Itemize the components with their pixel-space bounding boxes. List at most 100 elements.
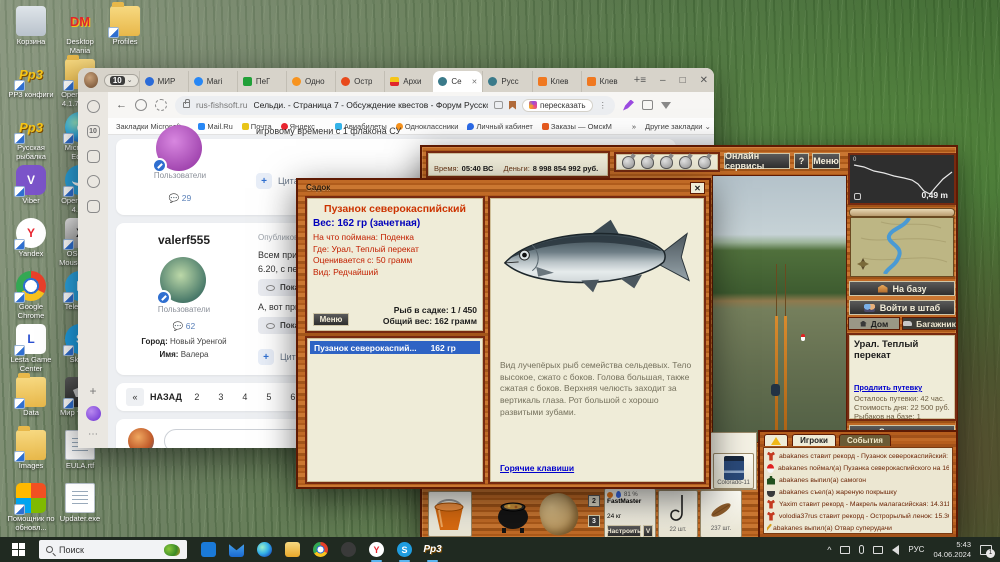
browser-tab[interactable]: МИР [139,71,188,92]
comment-icon[interactable] [494,101,503,109]
sidebar-more-icon[interactable]: ⋯ [88,429,98,440]
online-services-button[interactable]: Онлайн сервисы [724,153,790,169]
fish-list-row-selected[interactable]: Пузанок северокаспий... 162 гр [310,341,480,354]
keepnet-trophy-icon[interactable] [660,156,673,169]
tab-close-icon[interactable]: ✕ [472,78,478,86]
desktop-icon-russian-fishing[interactable]: Рр3Русская рыбалка [6,112,56,161]
onedrive-icon[interactable] [840,546,850,554]
bookmark-flag-icon[interactable] [509,101,516,110]
desktop-icon-recycle-bin[interactable]: Корзина [6,6,56,47]
language-indicator[interactable]: РУС [908,545,924,554]
skype-icon[interactable]: S [397,542,412,557]
desktop-icon-images-folder[interactable]: Images [6,430,56,471]
hotkeys-link[interactable]: Горячие клавиши [500,463,574,473]
tab-counter-button[interactable]: 10⌄ [104,74,139,87]
browser-tab-active[interactable]: Се✕ [433,71,482,92]
user-avatar[interactable] [156,125,202,171]
download-icon[interactable] [661,102,671,109]
enter-hq-button[interactable]: Войти в штаб [849,300,955,315]
forward-button[interactable] [135,99,147,111]
browser-tab[interactable]: Одно [286,71,335,92]
game-menu-button[interactable]: Меню [812,153,840,169]
chrome-icon[interactable] [313,542,328,557]
tab-home[interactable]: Дом [848,317,900,330]
browser-tab[interactable]: Архи [384,71,433,92]
close-button[interactable]: ✕ [700,75,708,86]
keepnet-trophy-icon[interactable] [698,156,711,169]
bookmarks-overflow[interactable]: » [632,122,636,131]
desktop-icon-viber[interactable]: VViber [6,165,56,206]
browser-tab[interactable]: Клев [581,71,630,92]
collapse-button[interactable]: V [643,525,653,537]
events-tab[interactable]: События [839,434,891,446]
retell-button[interactable]: пересказать [522,99,593,112]
refresh-button[interactable] [155,99,167,111]
browser-tab[interactable]: Клев [532,71,581,92]
bookmark-item[interactable]: Mail.Ru [198,122,232,131]
store-icon[interactable] [201,542,216,557]
keepnet-trophy-icon[interactable] [641,156,654,169]
play-icon[interactable] [87,175,100,188]
russian-fishing-icon[interactable]: Рр3 [425,542,440,557]
browser-tab[interactable]: ПеГ [237,71,286,92]
multiquote-button[interactable]: + [258,349,274,365]
go-to-base-button[interactable]: На базу [849,281,955,296]
notification-center-icon[interactable]: 1 [980,545,992,555]
alice-assistant-icon[interactable] [86,406,101,421]
page-number[interactable]: 2 [188,388,206,406]
fishing-rod[interactable] [775,316,778,443]
slot-count-badge[interactable]: 2 [588,495,600,507]
pagination-back[interactable]: НАЗАД [150,392,182,402]
speaker-icon[interactable] [892,545,899,555]
spinner-item[interactable]: Colorado-11 [713,453,754,489]
help-button[interactable]: ? [794,153,809,169]
game-scene[interactable] [712,175,847,443]
page-number[interactable]: 5 [260,388,278,406]
warnings-tab[interactable] [764,434,788,446]
address-bar[interactable]: rus-fishsoft.ru Сельди. - Страница 7 - О… [175,96,615,115]
screenshot-icon[interactable] [87,200,100,213]
other-bookmarks[interactable]: Другие закладки ⌄ [645,122,711,131]
desktop-icon-profiles[interactable]: Profiles [100,6,150,47]
dialog-menu-button[interactable]: Меню [313,313,349,326]
collections-icon[interactable] [642,100,653,110]
bucket-slot[interactable] [428,491,472,537]
browser-tab[interactable]: Остр [335,71,384,92]
windows-icon[interactable] [87,150,100,163]
edit-pencil-icon[interactable] [623,100,634,111]
mail-icon[interactable] [229,542,244,557]
page-number[interactable]: 3 [212,388,230,406]
start-button[interactable] [12,543,25,556]
browser-tab[interactable]: Русс [482,71,531,92]
desktop-icon-updater[interactable]: Updater.exe [55,483,105,524]
username[interactable]: valerf555 [130,233,238,247]
tray-expand-icon[interactable]: ^ [827,545,831,555]
fishing-rod[interactable] [784,316,787,443]
pot-item[interactable] [494,495,532,535]
history-icon[interactable] [87,100,100,113]
oscar-app-icon[interactable] [341,542,356,557]
page-number[interactable]: 4 [236,388,254,406]
desktop-icon-desktop-mania[interactable]: DMDesktop Mania [55,6,105,55]
tune-rod-button[interactable]: Настроить [607,525,641,537]
edge-icon[interactable] [257,542,272,557]
taskbar-search[interactable]: Поиск [39,540,187,559]
user-avatar[interactable] [160,257,206,303]
sack-item[interactable] [536,490,582,539]
desktop-icon-yandex[interactable]: YYandex [6,218,56,259]
back-button[interactable]: ← [116,99,127,111]
slot-count-badge[interactable]: 3 [588,515,600,527]
bait-slot[interactable]: 237 шт. [700,490,742,538]
hook-slot[interactable]: 22 шт. [658,490,698,538]
profile-avatar[interactable] [84,72,98,88]
browser-tab[interactable]: Mari [188,71,237,92]
sidebar-add-icon[interactable]: + [89,384,96,398]
yandex-browser-icon[interactable]: Y [369,542,384,557]
maximize-button[interactable]: □ [680,75,686,86]
display-icon[interactable] [873,546,883,554]
desktop-icon-update-helper[interactable]: Помощник по обновл... [6,483,56,532]
minimap[interactable] [850,217,954,277]
extend-ticket-link[interactable]: Продлить путевку [854,383,950,392]
bobber-float[interactable] [801,334,805,341]
explorer-icon[interactable] [285,542,300,557]
